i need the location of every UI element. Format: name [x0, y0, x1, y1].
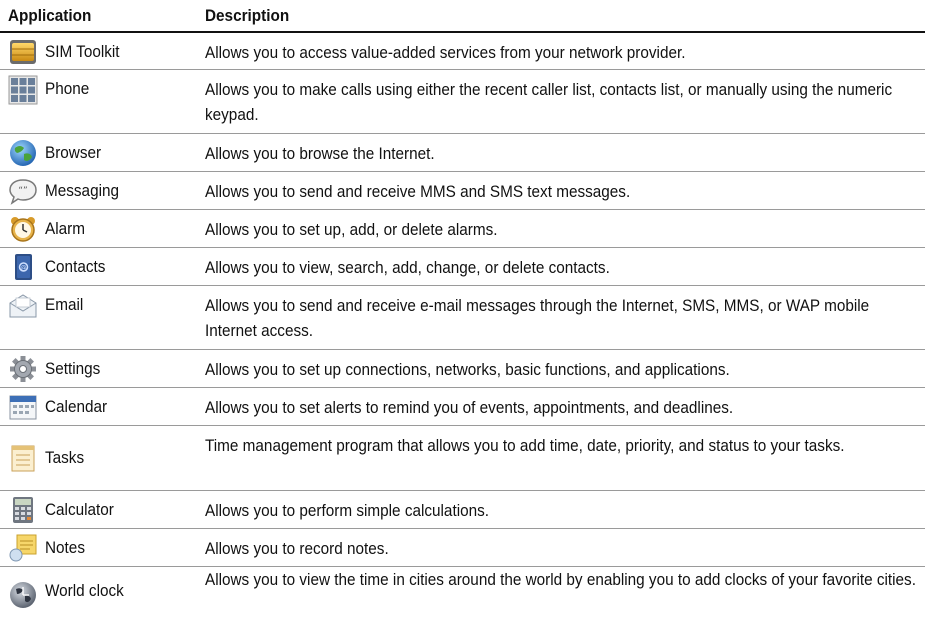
app-name: World clock — [45, 581, 124, 600]
app-description: Allows you to set up, add, or delete ala… — [205, 220, 498, 239]
app-description: Allows you to record notes. — [205, 539, 389, 558]
globe-icon — [8, 138, 38, 168]
column-header-description: Description — [205, 6, 290, 25]
table-header: Application Description — [0, 0, 925, 33]
envelope-icon — [8, 291, 38, 321]
task-list-icon — [8, 443, 38, 473]
app-description: Allows you to send and receive e-mail me… — [205, 296, 870, 340]
app-name: SIM Toolkit — [45, 42, 120, 61]
table-row: SIM Toolkit Allows you to access value-a… — [0, 33, 925, 70]
table-row: Settings Allows you to set up connection… — [0, 350, 925, 388]
table-row: Email Allows you to send and receive e-m… — [0, 286, 925, 350]
app-name: Messaging — [45, 181, 119, 200]
table-row: Calendar Allows you to set alerts to rem… — [0, 388, 925, 426]
app-description: Allows you to browse the Internet. — [205, 144, 435, 163]
app-name: Calculator — [45, 500, 114, 519]
app-description: Allows you to send and receive MMS and S… — [205, 182, 631, 201]
table-row: Phone Allows you to make calls using eit… — [0, 70, 925, 134]
calculator-icon — [8, 495, 38, 525]
app-name: Phone — [45, 79, 90, 98]
app-description: Allows you to make calls using either th… — [205, 80, 893, 124]
svg-text:@: @ — [21, 265, 27, 272]
svg-text:“”: “” — [18, 186, 27, 196]
alarm-clock-icon — [8, 214, 38, 244]
app-name: Tasks — [45, 448, 85, 467]
app-name: Calendar — [45, 397, 108, 416]
world-clock-icon — [8, 580, 38, 610]
gear-icon — [8, 354, 38, 384]
calendar-icon — [8, 392, 38, 422]
app-description: Allows you to access value-added service… — [205, 43, 686, 62]
app-name: Email — [45, 295, 84, 314]
speech-bubble-icon: “” — [8, 176, 38, 206]
keypad-icon — [8, 75, 38, 105]
app-name: Settings — [45, 359, 101, 378]
app-name: Alarm — [45, 219, 85, 238]
app-description: Time management program that allows you … — [205, 436, 845, 455]
app-name: Notes — [45, 538, 85, 557]
app-name: Contacts — [45, 257, 106, 276]
app-description: Allows you to set alerts to remind you o… — [205, 398, 734, 417]
table-row: @ Contacts Allows you to view, search, a… — [0, 248, 925, 286]
table-row: Calculator Allows you to perform simple … — [0, 491, 925, 529]
table-row: Browser Allows you to browse the Interne… — [0, 134, 925, 172]
app-name: Browser — [45, 143, 102, 162]
table-row: World clock Allows you to view the time … — [0, 567, 925, 620]
app-description: Allows you to set up connections, networ… — [205, 360, 730, 379]
notes-icon — [8, 533, 38, 563]
table-row: Alarm Allows you to set up, add, or dele… — [0, 210, 925, 248]
app-description: Allows you to perform simple calculation… — [205, 501, 490, 520]
app-description: Allows you to view the time in cities ar… — [205, 570, 916, 589]
sim-card-icon — [8, 37, 38, 67]
table-row: Notes Allows you to record notes. — [0, 529, 925, 567]
column-header-application: Application — [8, 6, 92, 25]
app-description: Allows you to view, search, add, change,… — [205, 258, 610, 277]
contacts-book-icon: @ — [8, 252, 38, 282]
table-row: Tasks Time management program that allow… — [0, 426, 925, 491]
table-row: “” Messaging Allows you to send and rece… — [0, 172, 925, 210]
